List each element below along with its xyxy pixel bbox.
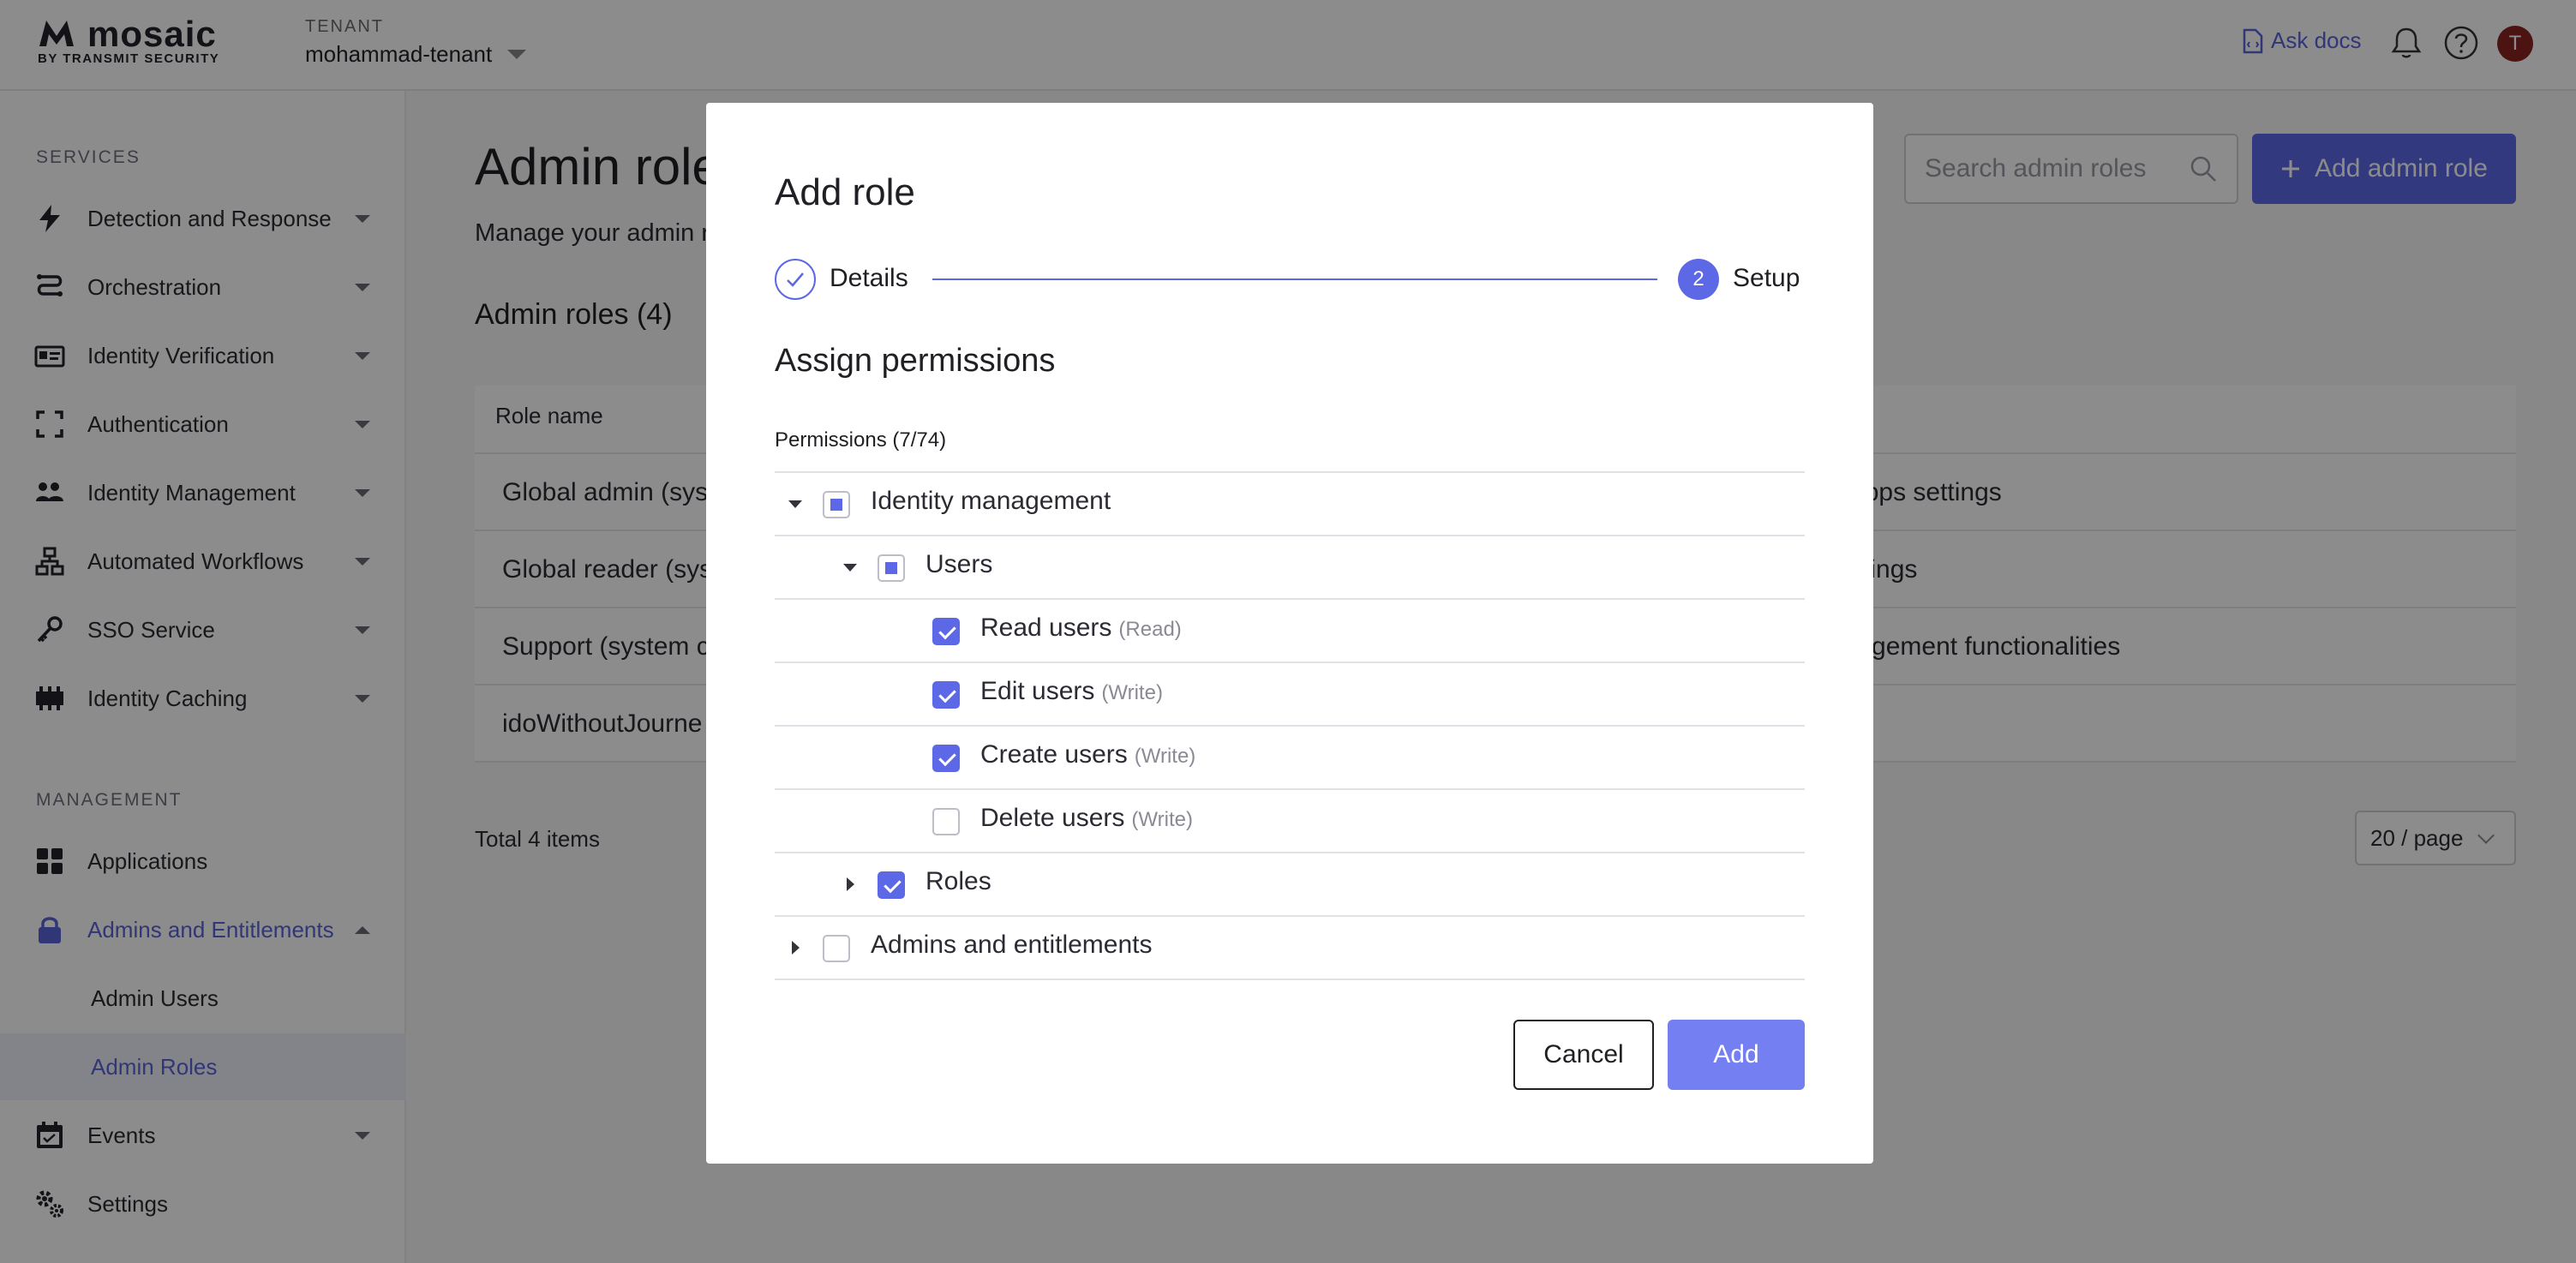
checkbox-read-users[interactable] [932,618,960,645]
checkbox-delete-users[interactable] [932,808,960,835]
permission-name: Delete users [980,804,1125,832]
expand-arrow-icon[interactable] [788,500,802,508]
checkbox-edit-users[interactable] [932,681,960,709]
checkbox-roles[interactable] [878,871,905,899]
tree-label: Roles [926,867,991,895]
tree-node-identity-management: Identity management [775,473,1805,536]
permission-name: Edit users [980,677,1095,705]
modal-title: Add role [775,171,915,213]
step-setup-number: 2 [1678,259,1719,300]
tree-label: Edit users (Write) [980,677,1163,706]
assign-permissions-title: Assign permissions [775,343,1056,379]
checkbox-users[interactable] [878,554,905,582]
tree-node-admins-entitlements: Admins and entitlements [775,917,1805,980]
permissions-tree: Identity management Users Read users (Rea… [775,471,1805,980]
permission-name: Create users [980,740,1128,769]
checkbox-identity-management[interactable] [823,491,850,518]
tree-label: Users [926,550,993,578]
tree-node-edit-users: Edit users (Write) [775,663,1805,727]
expand-arrow-icon[interactable] [792,941,800,955]
permission-type: (Read) [1118,618,1182,641]
permission-type: (Write) [1101,681,1163,704]
tree-node-users: Users [775,536,1805,600]
tree-node-roles: Roles [775,853,1805,917]
check-icon [787,272,804,287]
tree-node-read-users: Read users (Read) [775,600,1805,663]
tree-label: Identity management [871,487,1111,515]
tree-label: Create users (Write) [980,740,1195,769]
expand-arrow-icon[interactable] [847,877,854,891]
tree-node-delete-users: Delete users (Write) [775,790,1805,853]
permissions-count: Permissions (7/74) [775,428,947,452]
add-role-modal: Add role Details 2 Setup Assign permissi… [706,103,1873,1164]
tree-label: Delete users (Write) [980,804,1193,833]
tree-label: Read users (Read) [980,614,1182,643]
add-button[interactable]: Add [1668,1020,1805,1090]
cancel-button[interactable]: Cancel [1513,1020,1654,1090]
permission-type: (Write) [1131,808,1193,831]
checkbox-create-users[interactable] [932,745,960,772]
permission-name: Read users [980,614,1112,642]
step-connector [932,278,1657,280]
step-setup-label: Setup [1733,264,1800,292]
step-details-complete [775,259,816,300]
tree-node-create-users: Create users (Write) [775,727,1805,790]
checkbox-admins-entitlements[interactable] [823,935,850,962]
expand-arrow-icon[interactable] [843,564,857,572]
tree-label: Admins and entitlements [871,931,1153,959]
step-details-label: Details [830,264,908,292]
permission-type: (Write) [1134,745,1196,768]
